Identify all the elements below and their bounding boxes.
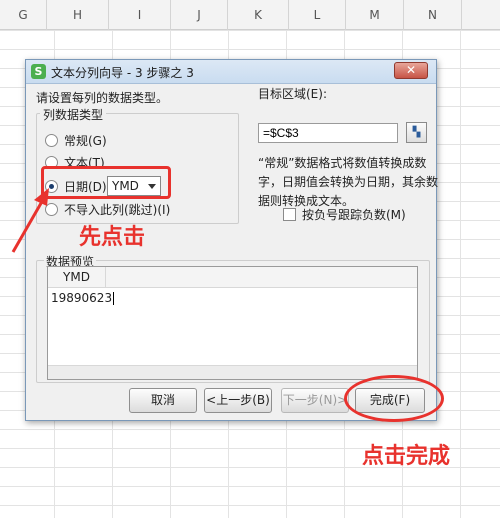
annotation-click-first: 先点击 bbox=[79, 225, 146, 250]
annotation-click-finish: 点击完成 bbox=[362, 444, 451, 469]
